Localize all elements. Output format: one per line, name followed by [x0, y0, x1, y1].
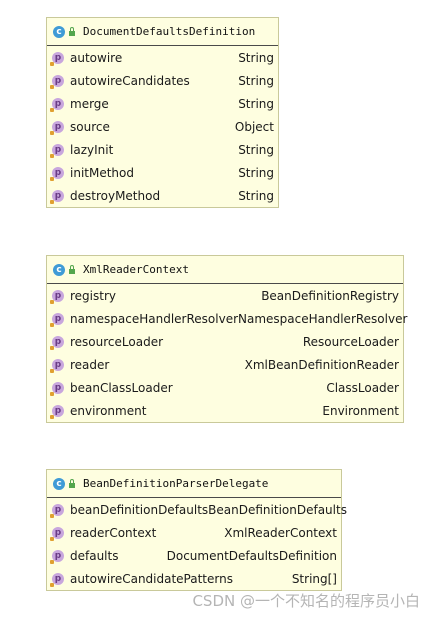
- property-icon: p: [50, 358, 64, 373]
- field-row[interactable]: p merge String: [47, 92, 278, 115]
- field-name: initMethod: [70, 165, 134, 180]
- field-row[interactable]: p autowire String: [47, 46, 278, 69]
- field-name: environment: [70, 403, 147, 418]
- field-row[interactable]: p environment Environment: [47, 399, 403, 422]
- field-name: resourceLoader: [70, 334, 164, 349]
- field-type: String: [238, 96, 274, 111]
- field-type: DocumentDefaultsDefinition: [166, 548, 337, 563]
- field-type: XmlBeanDefinitionReader: [244, 357, 399, 372]
- property-icon: p: [50, 335, 64, 350]
- field-name: readerContext: [70, 525, 157, 540]
- property-icon: p: [50, 74, 64, 89]
- field-type: BeanDefinitionDefaults: [208, 502, 347, 517]
- class-name: BeanDefinitionParserDelegate: [83, 477, 269, 490]
- property-icon: p: [50, 381, 64, 396]
- field-type: String: [238, 188, 274, 203]
- field-row[interactable]: p readerContext XmlReaderContext: [47, 521, 341, 544]
- class-name: XmlReaderContext: [83, 263, 189, 276]
- property-icon: p: [50, 166, 64, 181]
- field-row[interactable]: p beanClassLoader ClassLoader: [47, 376, 403, 399]
- property-icon: p: [50, 51, 64, 66]
- property-icon: p: [50, 572, 64, 587]
- field-row[interactable]: p autowireCandidates String: [47, 69, 278, 92]
- field-type: String: [238, 73, 274, 88]
- class-box-xml-reader-context[interactable]: c XmlReaderContext p registry BeanDefini…: [46, 255, 407, 423]
- property-icon: p: [50, 404, 64, 419]
- field-name: registry: [70, 288, 116, 303]
- class-box-bean-definition-parser-delegate[interactable]: c BeanDefinitionParserDelegate p beanDef…: [46, 469, 347, 591]
- field-row[interactable]: p destroyMethod String: [47, 184, 278, 207]
- field-type: ClassLoader: [326, 380, 399, 395]
- field-type: String: [238, 142, 274, 157]
- property-icon: p: [50, 189, 64, 204]
- field-name: autowire: [70, 50, 123, 65]
- field-name: namespaceHandlerResolver: [70, 311, 239, 326]
- property-icon: p: [50, 312, 64, 327]
- property-icon: p: [50, 289, 64, 304]
- field-name: reader: [70, 357, 110, 372]
- field-type: Object: [234, 119, 274, 134]
- field-type: ResourceLoader: [302, 334, 399, 349]
- class-icon: c: [53, 263, 65, 276]
- field-row[interactable]: p defaults DocumentDefaultsDefinition: [47, 544, 341, 567]
- field-name: source: [70, 119, 110, 134]
- field-name: beanDefinitionDefaults: [70, 502, 209, 517]
- field-row[interactable]: p autowireCandidatePatterns String[]: [47, 567, 341, 590]
- field-row[interactable]: p reader XmlBeanDefinitionReader: [47, 353, 403, 376]
- field-name: defaults: [70, 548, 119, 563]
- field-row[interactable]: p lazyInit String: [47, 138, 278, 161]
- field-type: String: [238, 165, 274, 180]
- lock-icon: [69, 265, 75, 274]
- property-icon: p: [50, 526, 64, 541]
- field-type: BeanDefinitionRegistry: [261, 288, 399, 303]
- field-row[interactable]: p registry BeanDefinitionRegistry: [47, 284, 403, 307]
- property-icon: p: [50, 97, 64, 112]
- field-name: destroyMethod: [70, 188, 161, 203]
- class-icon: c: [53, 25, 65, 38]
- class-header: c BeanDefinitionParserDelegate: [47, 470, 341, 498]
- class-header: c XmlReaderContext: [47, 256, 403, 284]
- class-box-document-defaults-definition[interactable]: c DocumentDefaultsDefinition p autowire …: [46, 17, 279, 208]
- field-row[interactable]: p beanDefinitionDefaults BeanDefinitionD…: [47, 498, 347, 521]
- field-name: beanClassLoader: [70, 380, 173, 395]
- watermark: CSDN @一个不知名的程序员小白: [192, 592, 420, 610]
- field-name: merge: [70, 96, 109, 111]
- field-type: String: [238, 50, 274, 65]
- class-header: c DocumentDefaultsDefinition: [47, 18, 278, 46]
- field-type: String[]: [291, 571, 337, 586]
- field-row[interactable]: p namespaceHandlerResolver NamespaceHand…: [47, 307, 407, 330]
- property-icon: p: [50, 143, 64, 158]
- property-icon: p: [50, 120, 64, 135]
- lock-icon: [69, 27, 75, 36]
- field-row[interactable]: p resourceLoader ResourceLoader: [47, 330, 403, 353]
- property-icon: p: [50, 549, 64, 564]
- field-name: autowireCandidatePatterns: [70, 571, 233, 586]
- field-type: XmlReaderContext: [224, 525, 337, 540]
- class-name: DocumentDefaultsDefinition: [83, 25, 256, 38]
- field-type: Environment: [322, 403, 399, 418]
- field-name: lazyInit: [70, 142, 114, 157]
- field-type: NamespaceHandlerResolver: [238, 311, 408, 326]
- class-icon: c: [53, 477, 65, 490]
- lock-icon: [69, 479, 75, 488]
- field-row[interactable]: p source Object: [47, 115, 278, 138]
- field-name: autowireCandidates: [70, 73, 190, 88]
- property-icon: p: [50, 503, 64, 518]
- field-row[interactable]: p initMethod String: [47, 161, 278, 184]
